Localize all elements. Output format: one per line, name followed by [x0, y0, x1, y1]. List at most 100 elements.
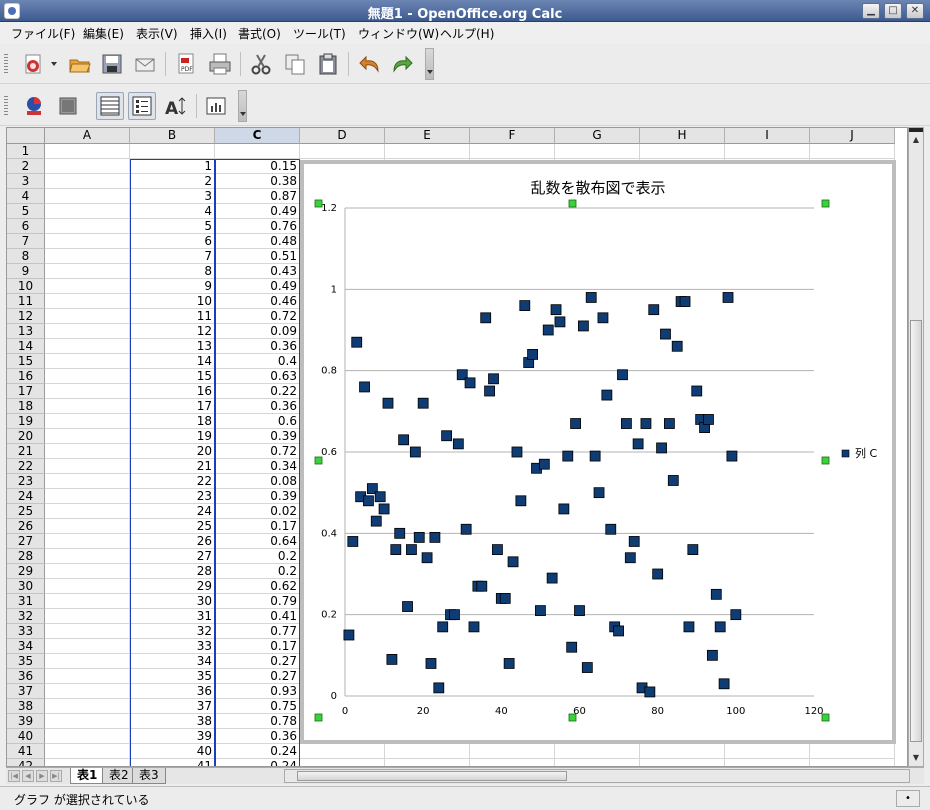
data-point[interactable] — [656, 442, 667, 454]
data-point[interactable] — [628, 536, 640, 547]
email-icon[interactable] — [131, 50, 159, 78]
row-header[interactable]: 25 — [7, 504, 45, 519]
menu-format[interactable]: 書式(O) — [238, 25, 281, 42]
row-header[interactable]: 39 — [7, 714, 45, 729]
data-point[interactable] — [538, 458, 550, 470]
row-header[interactable]: 40 — [7, 729, 45, 744]
legend-icon[interactable] — [128, 92, 156, 120]
data-point[interactable] — [679, 296, 691, 307]
menu-help[interactable]: ヘルプ(H) — [440, 25, 494, 42]
data-point[interactable] — [617, 369, 628, 381]
row-header[interactable]: 35 — [7, 654, 45, 669]
row-header[interactable]: 6 — [7, 219, 45, 234]
row-header[interactable]: 21 — [7, 444, 45, 459]
vertical-scrollbar[interactable]: ▲ ▼ — [908, 127, 924, 767]
row-header[interactable]: 41 — [7, 744, 45, 759]
data-point[interactable] — [476, 580, 488, 592]
data-point[interactable] — [484, 385, 496, 397]
data-point[interactable] — [558, 503, 570, 515]
data-point[interactable] — [589, 450, 601, 462]
select-all-corner[interactable] — [7, 128, 45, 144]
cell-c[interactable] — [215, 144, 300, 159]
paste-icon[interactable] — [314, 50, 342, 78]
data-point[interactable] — [511, 446, 523, 458]
data-point[interactable] — [574, 605, 585, 617]
row-header[interactable]: 9 — [7, 264, 45, 279]
data-point[interactable] — [488, 373, 499, 385]
row-header[interactable]: 16 — [7, 369, 45, 384]
column-header-a[interactable]: A — [45, 128, 130, 144]
print-icon[interactable] — [206, 50, 234, 78]
resize-handle[interactable] — [821, 456, 830, 465]
data-point[interactable] — [726, 450, 738, 462]
data-point[interactable] — [644, 686, 656, 698]
data-point[interactable] — [452, 438, 464, 450]
data-point[interactable] — [363, 495, 374, 507]
row-header[interactable]: 36 — [7, 669, 45, 684]
data-point[interactable] — [421, 552, 433, 564]
data-point[interactable] — [374, 491, 386, 503]
data-point[interactable] — [429, 531, 441, 543]
data-point[interactable] — [390, 544, 402, 556]
minimize-button[interactable]: ▁ — [862, 3, 880, 19]
data-point[interactable] — [562, 450, 574, 462]
toolbar-overflow-button[interactable] — [238, 90, 247, 122]
menu-window[interactable]: ウィンドウ(W) — [358, 25, 439, 42]
menu-insert[interactable]: 挿入(I) — [190, 25, 227, 42]
column-header-e[interactable]: E — [385, 128, 470, 144]
data-point[interactable] — [402, 601, 413, 612]
column-header-b[interactable]: B — [130, 128, 215, 144]
data-point[interactable] — [710, 588, 722, 600]
data-point[interactable] — [503, 658, 515, 669]
data-point[interactable] — [597, 312, 609, 324]
scroll-up-arrow-icon[interactable]: ▲ — [910, 133, 922, 146]
data-point[interactable] — [648, 304, 660, 316]
data-table-icon[interactable] — [202, 92, 230, 120]
row-header[interactable]: 23 — [7, 474, 45, 489]
data-point[interactable] — [449, 609, 460, 621]
data-point[interactable] — [378, 503, 390, 515]
data-point[interactable] — [687, 544, 699, 556]
prev-sheet-icon[interactable]: ◀ — [22, 770, 34, 782]
row-header[interactable]: 29 — [7, 564, 45, 579]
row-header[interactable]: 19 — [7, 414, 45, 429]
data-point[interactable] — [347, 536, 359, 547]
column-header-d[interactable]: D — [300, 128, 385, 144]
first-sheet-icon[interactable]: |◀ — [8, 770, 20, 782]
data-point[interactable] — [554, 316, 566, 328]
data-point[interactable] — [605, 523, 617, 535]
cut-icon[interactable] — [247, 50, 275, 78]
data-point[interactable] — [370, 515, 382, 527]
row-header[interactable]: 13 — [7, 324, 45, 339]
menu-view[interactable]: 表示(V) — [136, 25, 178, 42]
data-point[interactable] — [425, 658, 437, 669]
row-header[interactable]: 27 — [7, 534, 45, 549]
toolbar-grip[interactable] — [4, 96, 8, 116]
data-point[interactable] — [437, 621, 449, 633]
row-header[interactable]: 33 — [7, 624, 45, 639]
row-header[interactable]: 42 — [7, 759, 45, 766]
row-header[interactable]: 32 — [7, 609, 45, 624]
resize-handle[interactable] — [314, 199, 323, 208]
data-point[interactable] — [519, 300, 531, 312]
data-point[interactable] — [585, 292, 597, 303]
row-header[interactable]: 3 — [7, 174, 45, 189]
row-header[interactable]: 15 — [7, 354, 45, 369]
spreadsheet-grid[interactable]: ABCDEFGHIJ 1 2 1 0.15 3 2 0.38 4 3 0.87 5 4 0.49 6 5 0.… — [6, 127, 908, 767]
data-point[interactable] — [460, 523, 472, 535]
data-point[interactable] — [632, 438, 644, 450]
row-header[interactable]: 17 — [7, 384, 45, 399]
menu-tools[interactable]: ツール(T) — [293, 25, 346, 42]
data-point[interactable] — [343, 629, 355, 641]
column-header-c[interactable]: C — [215, 128, 300, 144]
data-point[interactable] — [480, 312, 492, 324]
row-header[interactable]: 14 — [7, 339, 45, 354]
data-point[interactable] — [683, 621, 695, 633]
toolbar-grip[interactable] — [4, 54, 8, 74]
data-point[interactable] — [433, 682, 445, 694]
row-header[interactable]: 30 — [7, 579, 45, 594]
data-point[interactable] — [515, 495, 527, 507]
undo-icon[interactable] — [356, 50, 384, 78]
data-point[interactable] — [706, 649, 718, 661]
row-header[interactable]: 20 — [7, 429, 45, 444]
